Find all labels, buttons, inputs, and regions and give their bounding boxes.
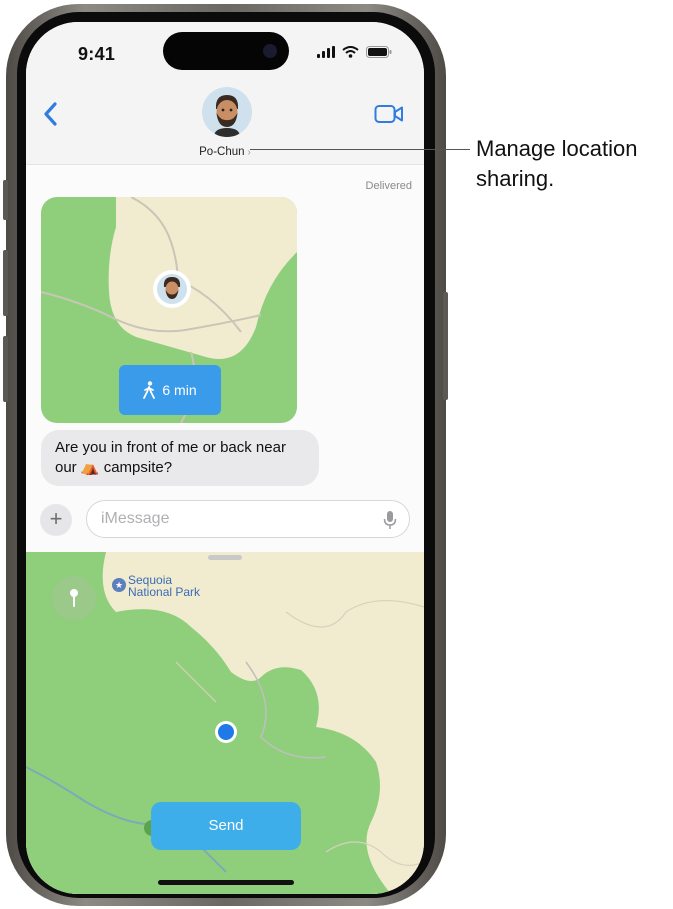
power-button [443,292,448,400]
park-label-text: Sequoia National Park [128,573,201,599]
video-call-icon[interactable] [374,104,404,124]
memoji-avatar-icon [214,95,240,137]
location-map-bubble[interactable]: 6 min [41,197,297,423]
volume-down-button [3,336,8,402]
home-indicator[interactable] [158,880,294,885]
callout-text: Manage location sharing. [476,134,671,194]
park-label[interactable]: Sequoia National Park [128,574,208,598]
map-pin-icon [70,589,78,607]
plus-button[interactable]: + [40,504,72,536]
battery-icon [366,46,392,58]
send-button[interactable]: Send [151,802,301,850]
volume-up-button [3,250,8,316]
wifi-icon [342,46,359,58]
walking-icon [143,381,156,399]
contact-name-label: Po-Chun [199,146,245,158]
dynamic-island [163,32,289,70]
status-time: 9:41 [78,44,116,64]
callout-label: Manage location sharing. [476,136,638,191]
status-icons [317,46,392,58]
contact-avatar[interactable] [202,87,252,137]
imessage-input[interactable]: iMessage [86,500,410,538]
contact-name[interactable]: Po-Chun › [26,146,424,158]
microphone-icon[interactable] [383,510,397,530]
callout-line [250,149,470,150]
camera-icon [263,44,277,58]
imessage-placeholder: iMessage [101,510,170,527]
back-chevron-icon[interactable] [40,100,62,128]
cellular-signal-icon [317,46,335,58]
phone-screen: 9:41 Po-Chun › Delivered 6 min Are you i… [26,22,424,894]
sheet-grabber[interactable] [208,555,242,560]
walking-directions-badge[interactable]: 6 min [119,365,221,415]
walking-time-label: 6 min [162,382,197,398]
action-button [3,180,8,220]
delivered-status: Delivered [365,180,412,192]
received-message-bubble: Are you in front of me or back near our … [41,430,319,486]
map-pin-button[interactable] [52,576,96,620]
park-icon: ★ [112,578,126,592]
